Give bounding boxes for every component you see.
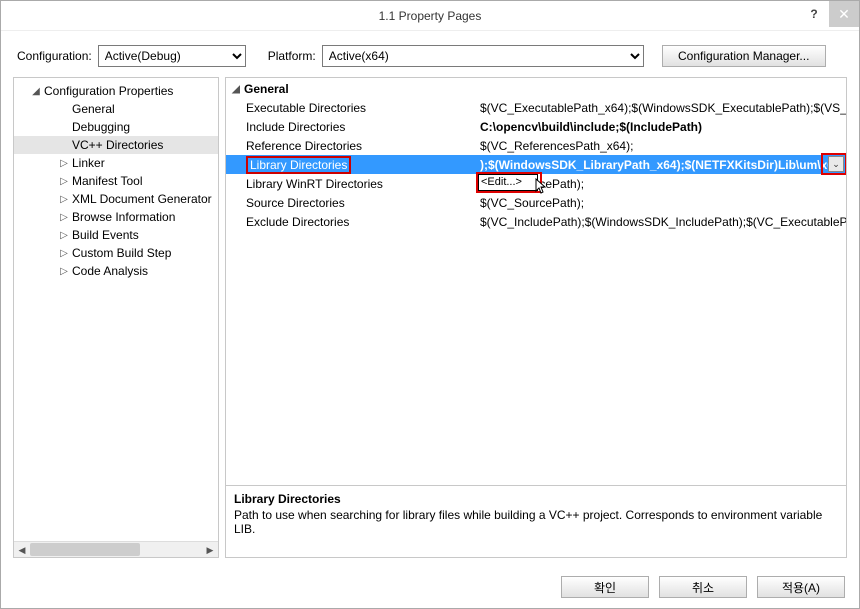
description-title: Library Directories	[234, 492, 838, 506]
dialog-title: 1.1 Property Pages	[379, 9, 482, 23]
description-text: Path to use when searching for library f…	[234, 508, 838, 536]
tree-item-general[interactable]: ▷General	[14, 100, 218, 118]
tree-item-custombuild[interactable]: ▷Custom Build Step	[14, 244, 218, 262]
body: ◢ Configuration Properties ▷General ▷Deb…	[1, 77, 859, 566]
titlebar-controls: ? ✕	[799, 1, 859, 27]
titlebar: 1.1 Property Pages ? ✕	[1, 1, 859, 31]
tree-pane: ◢ Configuration Properties ▷General ▷Deb…	[13, 77, 219, 558]
dialog-window: 1.1 Property Pages ? ✕ Configuration: Ac…	[0, 0, 860, 609]
tree-root[interactable]: ◢ Configuration Properties	[14, 82, 218, 100]
configuration-label: Configuration:	[17, 49, 92, 63]
scroll-thumb[interactable]	[30, 543, 140, 556]
property-pane: ◢ General Executable Directories $(VC_Ex…	[225, 77, 847, 558]
collapse-caret-icon: ◢	[230, 84, 242, 95]
ok-button[interactable]: 확인	[561, 576, 649, 598]
expand-caret-icon: ▷	[58, 158, 70, 169]
prop-source-dirs[interactable]: Source Directories $(VC_SourcePath);	[226, 193, 846, 212]
prop-exclude-dirs[interactable]: Exclude Directories $(VC_IncludePath);$(…	[226, 212, 846, 231]
tree-item-manifest[interactable]: ▷Manifest Tool	[14, 172, 218, 190]
expand-caret-icon: ▷	[58, 212, 70, 223]
tree-item-vcdirs[interactable]: ▷VC++ Directories	[14, 136, 218, 154]
tree-item-debugging[interactable]: ▷Debugging	[14, 118, 218, 136]
expand-caret-icon: ▷	[58, 230, 70, 241]
scroll-left-icon[interactable]: ◀	[14, 542, 30, 558]
edit-dropdown-item[interactable]: <Edit...>	[478, 174, 538, 191]
tree-hscrollbar[interactable]: ◀ ▶	[14, 541, 218, 557]
apply-button[interactable]: 적용(A)	[757, 576, 845, 598]
description-pane: Library Directories Path to use when sea…	[226, 485, 846, 557]
prop-reference-dirs[interactable]: Reference Directories $(VC_ReferencesPat…	[226, 136, 846, 155]
dropdown-button[interactable]: ⌄	[828, 156, 844, 172]
configuration-select[interactable]: Active(Debug)	[98, 45, 246, 67]
expand-caret-icon: ▷	[58, 194, 70, 205]
group-header[interactable]: ◢ General	[226, 80, 846, 98]
footer: 확인 취소 적용(A)	[1, 566, 859, 608]
scroll-right-icon[interactable]: ▶	[202, 542, 218, 558]
tree-item-codeanalysis[interactable]: ▷Code Analysis	[14, 262, 218, 280]
expand-caret-icon: ▷	[58, 176, 70, 187]
tree-item-linker[interactable]: ▷Linker	[14, 154, 218, 172]
close-button[interactable]: ✕	[829, 1, 859, 27]
collapse-caret-icon: ◢	[30, 86, 42, 97]
highlight-name-box: Library Directories	[246, 156, 351, 174]
platform-select[interactable]: Active(x64)	[322, 45, 644, 67]
cancel-button[interactable]: 취소	[659, 576, 747, 598]
tree-item-browse[interactable]: ▷Browse Information	[14, 208, 218, 226]
chevron-down-icon: ⌄	[832, 159, 840, 170]
expand-caret-icon: ▷	[58, 266, 70, 277]
config-row: Configuration: Active(Debug) Platform: A…	[1, 31, 859, 77]
prop-include-dirs[interactable]: Include Directories C:\opencv\build\incl…	[226, 117, 846, 136]
expand-caret-icon: ▷	[58, 248, 70, 259]
tree-item-xmldoc[interactable]: ▷XML Document Generator	[14, 190, 218, 208]
platform-label: Platform:	[268, 49, 316, 63]
help-button[interactable]: ?	[799, 1, 829, 27]
config-manager-button[interactable]: Configuration Manager...	[662, 45, 826, 67]
tree-item-buildevents[interactable]: ▷Build Events	[14, 226, 218, 244]
property-list[interactable]: ◢ General Executable Directories $(VC_Ex…	[226, 78, 846, 485]
tree-root-label: Configuration Properties	[44, 84, 173, 98]
group-label: General	[244, 82, 289, 96]
prop-exec-dirs[interactable]: Executable Directories $(VC_ExecutablePa…	[226, 98, 846, 117]
config-tree[interactable]: ◢ Configuration Properties ▷General ▷Deb…	[14, 78, 218, 541]
prop-library-dirs[interactable]: Library Directories );$(WindowsSDK_Libra…	[226, 155, 846, 174]
